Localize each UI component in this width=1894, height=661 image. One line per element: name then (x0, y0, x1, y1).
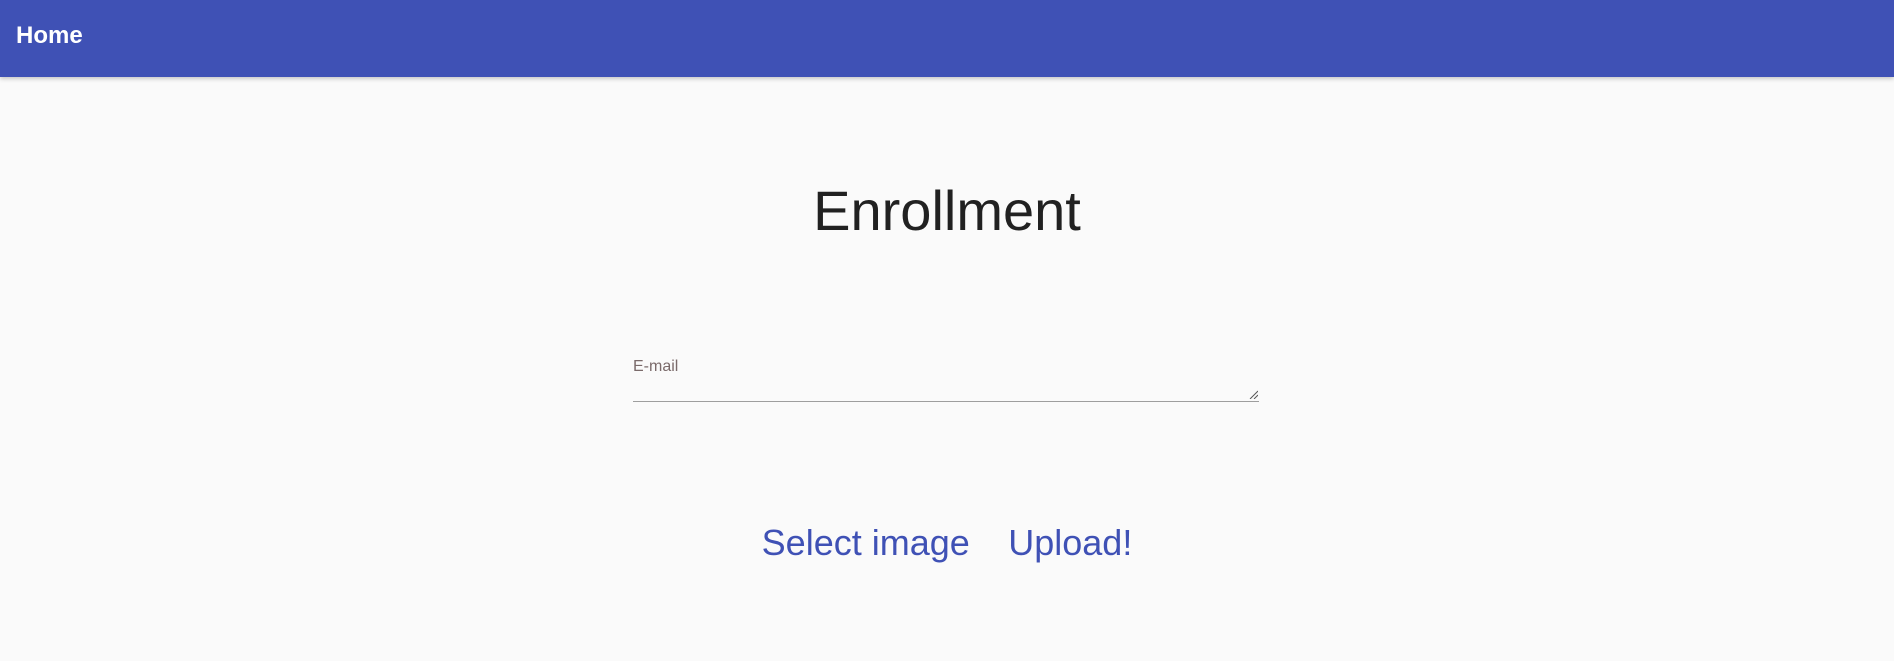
email-field-label: E-mail (633, 358, 679, 375)
app-toolbar: Home (0, 0, 1894, 77)
home-link[interactable]: Home (16, 22, 83, 50)
resize-grip-icon[interactable] (1248, 389, 1258, 399)
page-title: Enrollment (813, 179, 1081, 242)
email-field-underline (633, 401, 1259, 402)
action-buttons: Select image Upload! (0, 518, 1894, 568)
email-input[interactable] (633, 380, 1259, 400)
email-field: E-mail (633, 350, 1259, 402)
select-image-button[interactable]: Select image (746, 518, 986, 568)
upload-button[interactable]: Upload! (992, 518, 1148, 568)
